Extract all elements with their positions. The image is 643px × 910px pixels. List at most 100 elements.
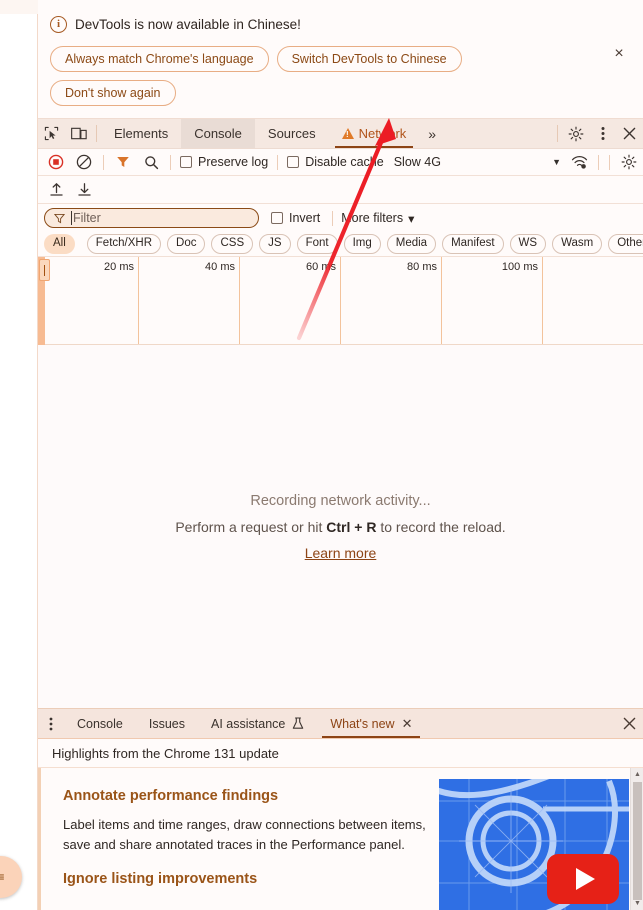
- filter-input[interactable]: Filter: [44, 208, 259, 228]
- chip-font[interactable]: Font: [296, 234, 338, 254]
- drawer-tab-ai-assistance[interactable]: AI assistance: [198, 709, 317, 738]
- main-tab-bar: Elements Console Sources Network »: [38, 119, 643, 149]
- close-tab-icon[interactable]: ✕: [402, 716, 413, 732]
- preserve-log-box: [180, 156, 192, 168]
- more-filters-dropdown[interactable]: More filters ▾: [341, 211, 414, 226]
- youtube-play-icon[interactable]: [547, 854, 619, 904]
- disable-cache-label: Disable cache: [305, 155, 384, 169]
- floating-action-button[interactable]: ≡: [0, 856, 22, 898]
- whats-new-video-thumbnail[interactable]: [439, 779, 629, 910]
- switch-devtools-to-chinese-button[interactable]: Switch DevTools to Chinese: [276, 46, 462, 72]
- chip-all[interactable]: All: [44, 234, 75, 254]
- chip-wasm[interactable]: Wasm: [552, 234, 603, 254]
- disable-cache-checkbox[interactable]: Disable cache: [283, 155, 388, 169]
- gear-icon[interactable]: [562, 119, 589, 148]
- network-empty-state: Recording network activity... Perform a …: [38, 345, 643, 708]
- gutter-top-strip: [0, 0, 38, 14]
- timeline-tick-label: 20 ms: [104, 261, 134, 273]
- filter-divider: [332, 210, 334, 226]
- inspect-element-icon[interactable]: [38, 119, 65, 148]
- throttling-select[interactable]: Slow 4G: [388, 155, 447, 169]
- filter-row: Filter Invert More filters ▾: [38, 204, 643, 232]
- timeline-cell: 100 ms: [442, 257, 543, 344]
- search-icon[interactable]: [137, 149, 165, 175]
- network-toolbar: Preserve log Disable cache Slow 4G ▼: [38, 149, 643, 176]
- chip-manifest[interactable]: Manifest: [442, 234, 504, 254]
- whats-new-item-title[interactable]: Annotate performance findings: [63, 788, 441, 804]
- drawer-tab-issues[interactable]: Issues: [136, 709, 198, 738]
- resource-type-filters: All Fetch/XHR Doc CSS JS Font Img Media …: [38, 232, 643, 257]
- import-har-icon[interactable]: [70, 177, 98, 203]
- flask-icon: [293, 717, 304, 729]
- drawer-tab-console[interactable]: Console: [64, 709, 136, 738]
- network-overview-timeline[interactable]: 20 ms 40 ms 60 ms 80 ms 100 ms: [38, 257, 643, 345]
- chip-doc[interactable]: Doc: [167, 234, 206, 254]
- learn-more-link[interactable]: Learn more: [305, 545, 377, 561]
- timeline-cell: 40 ms: [139, 257, 240, 344]
- chip-ws[interactable]: WS: [509, 234, 547, 254]
- chip-js[interactable]: JS: [259, 234, 291, 254]
- timeline-cell: [543, 257, 643, 344]
- chip-img[interactable]: Img: [343, 234, 381, 254]
- chip-fetch-xhr[interactable]: Fetch/XHR: [86, 234, 162, 254]
- tab-sources[interactable]: Sources: [255, 119, 329, 148]
- tab-console[interactable]: Console: [181, 119, 255, 148]
- drawer-close-icon[interactable]: [615, 709, 643, 738]
- tabbar-spacer: [445, 119, 553, 148]
- record-stop-icon[interactable]: [42, 149, 70, 175]
- always-match-chrome-language-button[interactable]: Always match Chrome's language: [50, 46, 269, 72]
- chevron-down-icon[interactable]: ▼: [548, 157, 565, 167]
- tab-elements-label: Elements: [114, 126, 169, 141]
- chip-css[interactable]: CSS: [211, 234, 254, 254]
- drawer-tab-console-label: Console: [77, 716, 123, 731]
- tabbar-divider-right: [557, 125, 558, 142]
- fab-glyph: ≡: [0, 870, 5, 884]
- whats-new-content: Annotate performance findings Label item…: [38, 768, 643, 910]
- toolbar-divider-5: [609, 154, 610, 170]
- banner-close-button[interactable]: ×: [608, 43, 630, 65]
- chip-media[interactable]: Media: [386, 234, 437, 254]
- preserve-log-checkbox[interactable]: Preserve log: [176, 155, 272, 169]
- warning-triangle-icon: [341, 128, 354, 139]
- whats-new-item-title-2[interactable]: Ignore listing improvements: [63, 871, 441, 887]
- export-har-icon[interactable]: [42, 177, 70, 203]
- toolbar-divider-3: [277, 154, 279, 170]
- timeline-cell: 80 ms: [341, 257, 442, 344]
- page-gutter: ≡: [0, 0, 38, 910]
- invert-checkbox[interactable]: Invert: [267, 211, 324, 225]
- banner-actions: Always match Chrome's language Switch De…: [50, 46, 570, 106]
- banner-message-row: i DevTools is now available in Chinese!: [50, 10, 631, 38]
- dont-show-again-button[interactable]: Don't show again: [50, 80, 176, 106]
- tab-network-label: Network: [358, 126, 407, 141]
- more-options-icon[interactable]: [589, 119, 616, 148]
- clear-icon[interactable]: [70, 149, 98, 175]
- device-toolbar-icon[interactable]: [65, 119, 92, 148]
- drawer-tab-issues-label: Issues: [148, 716, 186, 731]
- hint-shortcut: Ctrl + R: [326, 518, 377, 535]
- drawer-tab-whats-new[interactable]: What's new ✕: [317, 709, 425, 738]
- tab-elements[interactable]: Elements: [101, 119, 181, 148]
- more-tools-icon[interactable]: [38, 709, 64, 738]
- har-toolbar: [38, 176, 643, 204]
- whats-new-items: Annotate performance findings Label item…: [41, 768, 441, 887]
- chip-other[interactable]: Other: [608, 234, 643, 254]
- close-devtools-icon[interactable]: [616, 119, 643, 148]
- banner-message: DevTools is now available in Chinese!: [75, 16, 301, 32]
- invert-box: [271, 212, 283, 224]
- chevron-down-icon: ▾: [408, 211, 415, 226]
- whats-new-scrollbar[interactable]: ▲ ▼: [630, 768, 643, 910]
- wifi-settings-icon[interactable]: [565, 149, 593, 175]
- filter-funnel-icon[interactable]: [109, 149, 137, 175]
- more-tabs-button[interactable]: »: [419, 119, 445, 148]
- timeline-tick-label: 40 ms: [205, 261, 235, 273]
- scroll-up-arrow-icon[interactable]: ▲: [634, 771, 641, 778]
- network-settings-gear-icon[interactable]: [615, 149, 643, 175]
- drawer-tab-bar: Console Issues AI assistance What's new …: [38, 709, 643, 739]
- scroll-down-arrow-icon[interactable]: ▼: [634, 900, 641, 907]
- devtools-panel: i DevTools is now available in Chinese! …: [38, 0, 643, 910]
- filter-funnel-small-icon: [54, 213, 65, 223]
- disable-cache-box: [287, 156, 300, 168]
- scrollbar-thumb[interactable]: [633, 782, 642, 900]
- empty-state-hint: Perform a request or hit Ctrl + R to rec…: [175, 519, 505, 535]
- tab-network[interactable]: Network: [329, 119, 420, 148]
